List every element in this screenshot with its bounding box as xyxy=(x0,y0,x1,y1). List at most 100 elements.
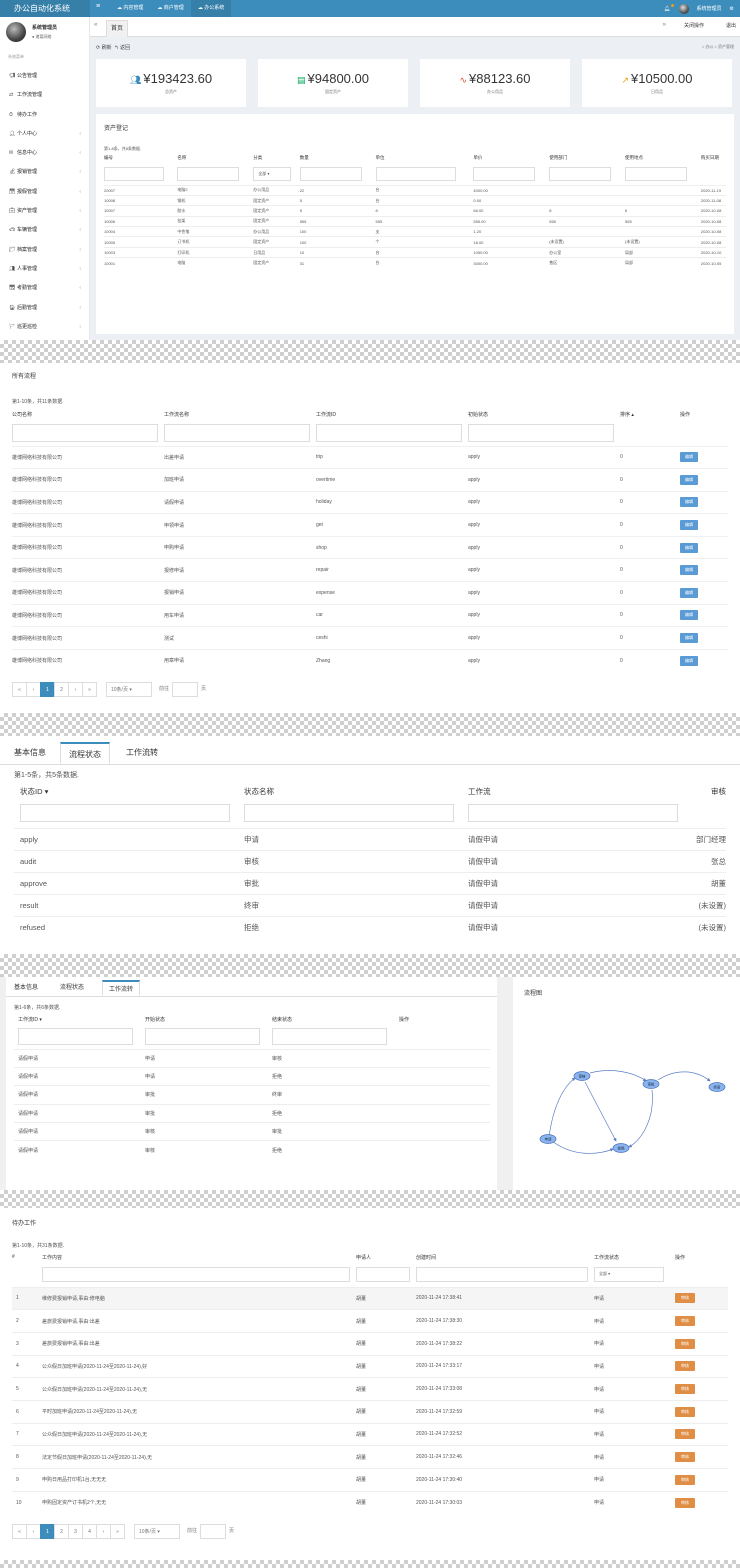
refresh-button[interactable]: ⟳ 刷新 xyxy=(96,45,112,51)
column-header[interactable]: 名称 xyxy=(177,152,253,163)
column-header[interactable]: 审核 xyxy=(686,784,726,798)
filter-input[interactable] xyxy=(42,1267,350,1283)
column-header[interactable]: 排序 ▴ xyxy=(620,408,680,420)
edit-button[interactable]: 编辑 xyxy=(680,565,698,576)
column-header[interactable]: 单价 xyxy=(473,152,549,163)
nav-merchant-management[interactable]: ☁ 商户管理 xyxy=(150,0,190,17)
edit-button[interactable]: 编辑 xyxy=(680,633,698,644)
filter-input[interactable] xyxy=(468,423,614,442)
column-header[interactable]: 操作 xyxy=(675,1251,728,1263)
column-header[interactable]: 状态ID ▾ xyxy=(14,784,238,798)
edit-button[interactable]: 编辑 xyxy=(680,542,698,553)
audit-button[interactable]: 审核 xyxy=(675,1361,695,1372)
sidebar-item[interactable]: 💼︎ 资产管理 ‹ xyxy=(0,202,90,221)
audit-button[interactable]: 审核 xyxy=(675,1293,695,1304)
close-ops-button[interactable]: 关闭操作 xyxy=(684,22,704,29)
sidebar-item[interactable]: ⇄ 工作流管理 xyxy=(0,86,90,105)
edit-button[interactable]: 编辑 xyxy=(680,520,698,531)
sidebar-item[interactable]: 📁︎ 档案管理 ‹ xyxy=(0,241,90,260)
column-header[interactable]: 工作流ID xyxy=(316,408,468,420)
table-row[interactable]: 6 平时加班申请(2020-11-24至2020-11-24),无 胡董 2020-1… xyxy=(12,1399,728,1424)
column-header[interactable]: 工作流 xyxy=(462,784,686,798)
filter-select[interactable]: 全部 ▾ xyxy=(253,166,292,181)
tab-next-icon[interactable]: » xyxy=(663,22,666,28)
logout-button[interactable]: 退出 xyxy=(726,22,736,29)
page-button[interactable]: 2 xyxy=(54,681,69,697)
sidebar-item[interactable]: 🚩︎ 巡更巡检 ‹ xyxy=(0,318,90,337)
filter-input[interactable] xyxy=(299,166,362,181)
filter-input[interactable] xyxy=(316,423,462,442)
edit-button[interactable]: 编辑 xyxy=(680,474,698,485)
filter-input[interactable] xyxy=(356,1267,410,1283)
filter-input[interactable] xyxy=(104,166,164,181)
filter-input[interactable] xyxy=(375,166,456,181)
settings-icon[interactable]: ⚙ xyxy=(730,6,734,12)
page-button[interactable]: » xyxy=(82,681,97,697)
audit-button[interactable]: 审核 xyxy=(675,1452,695,1463)
column-header[interactable]: 工作内容 xyxy=(42,1251,356,1263)
page-button[interactable]: 1 xyxy=(40,1523,55,1539)
column-header[interactable]: 公司名称 xyxy=(12,408,164,420)
sidebar-item[interactable]: 👥︎ 人事管理 ‹ xyxy=(0,260,90,279)
bell-icon[interactable]: 🔔︎ xyxy=(664,3,674,12)
tab-basic-info[interactable]: 基本信息 xyxy=(8,980,44,996)
filter-input[interactable] xyxy=(549,166,612,181)
column-header[interactable]: 操作 xyxy=(395,1013,490,1025)
column-header[interactable]: 数量 xyxy=(300,152,376,163)
column-header[interactable]: 创建时间 xyxy=(416,1251,594,1263)
audit-button[interactable]: 审核 xyxy=(675,1406,695,1417)
nav-content-management[interactable]: ☁ 内容管理 xyxy=(110,0,150,17)
tab-workflow-transition[interactable]: 工作流转 xyxy=(102,980,141,996)
tab-prev-icon[interactable]: « xyxy=(94,22,97,28)
back-button[interactable]: ↰ 返回 xyxy=(114,45,130,51)
tab-process-status[interactable]: 流程状态 xyxy=(60,742,110,764)
column-header[interactable]: 开始状态 xyxy=(141,1013,268,1025)
sidebar-item[interactable]: 📆︎ 考勤管理 ‹ xyxy=(0,279,90,298)
page-button[interactable]: › xyxy=(96,1523,111,1539)
page-size-select[interactable]: 10条/页 ▾ xyxy=(134,1523,180,1539)
column-header[interactable]: 操作 xyxy=(680,408,728,420)
sidebar-item[interactable]: ⏱︎ 待办工作 xyxy=(0,106,90,125)
page-button[interactable]: 3 xyxy=(68,1523,83,1539)
column-header[interactable]: 工作流ID ▾ xyxy=(14,1013,141,1025)
sidebar-item[interactable]: 🏠︎ 后勤管理 ‹ xyxy=(0,299,90,318)
table-row[interactable]: 5 公众假日加班申请(2020-11-24至2020-11-24),无 胡董 2020… xyxy=(12,1377,728,1401)
filter-input[interactable] xyxy=(18,1028,133,1046)
audit-button[interactable]: 审核 xyxy=(675,1316,695,1327)
column-header[interactable]: 状态名称 xyxy=(238,784,462,798)
sidebar-toggle-icon[interactable]: ≡ xyxy=(96,3,100,10)
filter-input[interactable] xyxy=(145,1028,260,1046)
page-button[interactable]: « xyxy=(12,1523,27,1539)
column-header[interactable]: 工作流名称 xyxy=(164,408,316,420)
page-size-select[interactable]: 10条/页 ▾ xyxy=(106,681,152,697)
sidebar-item[interactable]: 📢︎ 公告管理 xyxy=(0,67,90,86)
filter-input[interactable] xyxy=(416,1267,588,1283)
filter-input[interactable] xyxy=(625,166,688,181)
audit-button[interactable]: 审核 xyxy=(675,1338,695,1349)
edit-button[interactable]: 编辑 xyxy=(680,497,698,508)
column-header[interactable]: 单位 xyxy=(376,152,474,163)
audit-button[interactable]: 审核 xyxy=(675,1474,695,1485)
filter-input[interactable] xyxy=(468,803,678,822)
filter-select[interactable]: 全部 ▾ xyxy=(594,1267,664,1283)
sidebar-item[interactable]: 💰︎ 报销管理 ‹ xyxy=(0,163,90,182)
tab-process-status[interactable]: 流程状态 xyxy=(54,980,90,996)
page-button[interactable]: 1 xyxy=(40,681,55,697)
avatar[interactable] xyxy=(678,3,689,14)
page-input[interactable] xyxy=(172,681,199,697)
table-row[interactable]: 4 公众假日加班申请(2020-11-24至2020-11-24),好 胡董 2020… xyxy=(12,1354,728,1378)
sidebar-item[interactable]: ✉ 信息中心 ‹ xyxy=(0,144,90,163)
page-button[interactable]: « xyxy=(12,681,27,697)
page-button[interactable]: › xyxy=(68,681,83,697)
page-button[interactable]: ‹ xyxy=(26,681,41,697)
filter-input[interactable] xyxy=(20,803,230,822)
column-header[interactable]: 使用地点 xyxy=(625,152,701,163)
column-header[interactable]: 购买日期 xyxy=(701,152,726,163)
app-logo[interactable]: 办公自动化系统 xyxy=(0,0,90,17)
filter-input[interactable] xyxy=(12,423,158,442)
filter-input[interactable] xyxy=(244,803,454,822)
table-row[interactable]: 2 差旅费报销申请,事由:出差 胡董 2020-11-24 17:38:30 申请 审核 xyxy=(12,1309,728,1333)
sidebar-item[interactable]: 📅︎ 报假管理 ‹ xyxy=(0,183,90,202)
tab-home[interactable]: 首页 xyxy=(106,20,128,37)
nav-office-system[interactable]: ☁ 办公系统 xyxy=(190,0,232,17)
